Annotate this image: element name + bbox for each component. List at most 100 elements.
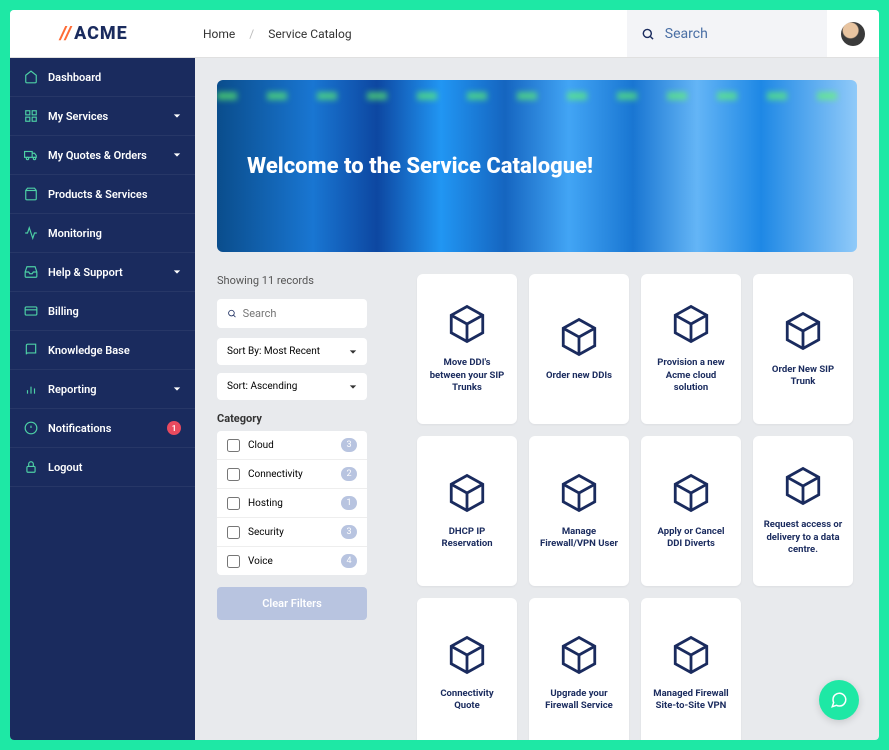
category-label: Cloud [248,440,274,451]
category-heading: Category [217,412,367,425]
category-checkbox[interactable] [227,526,240,539]
bag-icon [24,187,38,201]
sort-dir-label: Sort: Ascending [227,381,297,392]
chart-icon [24,382,38,396]
filter-search-input[interactable] [243,307,357,320]
sidebar-item-notifications[interactable]: Notifications1 [10,409,195,448]
catalog-card[interactable]: Managed Firewall Site-to-Site VPN [641,598,741,740]
search-icon [227,308,237,319]
sidebar-item-label: Monitoring [48,227,102,240]
sidebar-item-knowledge-base[interactable]: Knowledge Base [10,331,195,370]
category-item-cloud[interactable]: Cloud3 [217,431,367,460]
cube-icon [558,316,600,358]
sidebar-item-my-quotes-orders[interactable]: My Quotes & Orders [10,136,195,175]
sidebar-item-help-support[interactable]: Help & Support [10,253,195,292]
chevron-down-icon [173,151,181,159]
cube-icon [446,303,488,345]
avatar[interactable] [841,22,865,46]
category-count-badge: 3 [341,525,357,539]
category-label: Security [248,527,284,538]
catalog-card[interactable]: Apply or Cancel DDI Diverts [641,436,741,586]
chevron-down-icon [173,268,181,276]
card-title: Apply or Cancel DDI Diverts [651,526,731,551]
sort-by-select[interactable]: Sort By: Most Recent [217,338,367,365]
content: Welcome to the Service Catalogue! Showin… [195,58,879,740]
card-title: Connectivity Quote [427,688,507,713]
breadcrumb: Home / Service Catalog [195,27,352,41]
catalog-card[interactable]: Manage Firewall/VPN User [529,436,629,586]
sidebar-item-monitoring[interactable]: Monitoring [10,214,195,253]
lock-icon [24,460,38,474]
sidebar-item-my-services[interactable]: My Services [10,97,195,136]
cube-icon [670,303,712,345]
category-list: Cloud3 Connectivity 2 Hosting1 Security 3 Voic… [217,431,367,575]
filters-panel: Showing 11 records Sort By: Most Recent … [217,274,367,740]
card-title: Upgrade your Firewall Service [539,688,619,713]
card-title: Manage Firewall/VPN User [539,526,619,551]
category-item-connectivity[interactable]: Connectivity 2 [217,460,367,489]
sidebar-item-reporting[interactable]: Reporting [10,370,195,409]
catalog-card[interactable]: Upgrade your Firewall Service [529,598,629,740]
records-count: Showing 11 records [217,274,367,287]
global-search-input[interactable] [665,26,813,42]
breadcrumb-sep-icon: / [249,27,254,41]
category-item-hosting[interactable]: Hosting1 [217,489,367,518]
category-label: Voice [248,556,273,567]
category-checkbox[interactable] [227,497,240,510]
chat-fab[interactable] [819,680,859,720]
chevron-down-icon [173,385,181,393]
catalog-card[interactable]: Request access or delivery to a data cen… [753,436,853,586]
sort-by-label: Sort By: Most Recent [227,346,320,357]
sidebar-item-label: My Services [48,110,108,123]
cube-icon [670,634,712,676]
category-item-security[interactable]: Security 3 [217,518,367,547]
sidebar-item-label: Notifications [48,422,111,435]
sidebar-item-billing[interactable]: Billing [10,292,195,331]
filter-search[interactable] [217,299,367,328]
cube-icon [782,310,824,352]
cube-icon [782,465,824,507]
card-title: Request access or delivery to a data cen… [763,519,843,556]
category-label: Connectivity [248,469,303,480]
category-count-badge: 2 [341,467,357,481]
sidebar: Dashboard My Services My Quotes & Orders Pr… [10,58,195,740]
catalog-card[interactable]: Order New SIP Trunk [753,274,853,424]
chevron-down-icon [173,112,181,120]
book-icon [24,343,38,357]
catalog-card[interactable]: Move DDI's between your SIP Trunks [417,274,517,424]
catalog-card[interactable]: Order new DDIs [529,274,629,424]
category-checkbox[interactable] [227,555,240,568]
brand-text: ACME [74,23,128,44]
catalog-layout: Showing 11 records Sort By: Most Recent … [217,274,857,740]
sidebar-item-logout[interactable]: Logout [10,448,195,487]
sidebar-item-dashboard[interactable]: Dashboard [10,58,195,97]
catalog-card[interactable]: DHCP IP Reservation [417,436,517,586]
topbar: // ACME Home / Service Catalog [10,10,879,58]
category-item-voice[interactable]: Voice4 [217,547,367,575]
sort-dir-select[interactable]: Sort: Ascending [217,373,367,400]
sidebar-item-products-services[interactable]: Products & Services [10,175,195,214]
alert-icon [24,421,38,435]
inbox-icon [24,265,38,279]
catalog-card[interactable]: Provision a new Acme cloud solution [641,274,741,424]
logo[interactable]: // ACME [10,23,195,44]
search-icon [641,26,655,42]
card-title: Move DDI's between your SIP Trunks [427,357,507,394]
sidebar-item-label: Products & Services [48,188,148,201]
cube-icon [670,472,712,514]
truck-icon [24,148,38,162]
category-label: Hosting [248,498,283,509]
global-search[interactable] [627,10,827,57]
clear-filters-button[interactable]: Clear Filters [217,587,367,620]
sidebar-item-label: Dashboard [48,71,101,84]
category-checkbox[interactable] [227,468,240,481]
sidebar-item-label: Logout [48,461,83,474]
sidebar-item-label: Help & Support [48,266,123,279]
category-checkbox[interactable] [227,439,240,452]
catalog-card[interactable]: Connectivity Quote [417,598,517,740]
breadcrumb-page[interactable]: Service Catalog [268,27,351,41]
breadcrumb-home[interactable]: Home [203,27,235,41]
cube-icon [446,472,488,514]
caret-down-icon [349,348,357,356]
sidebar-item-label: Knowledge Base [48,344,130,357]
